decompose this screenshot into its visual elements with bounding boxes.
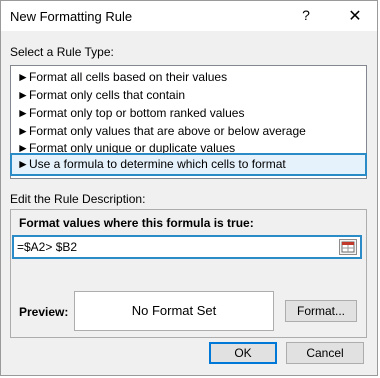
preview-label: Preview: [19,305,69,319]
rule-type-label: Select a Rule Type: [10,45,114,59]
formula-box[interactable] [12,235,362,259]
title-bar: New Formatting Rule ? ✕ [1,1,377,31]
formula-label: Format values where this formula is true… [19,216,254,230]
new-formatting-rule-dialog: New Formatting Rule ? ✕ Select a Rule Ty… [0,0,378,376]
format-button[interactable]: Format... [285,300,357,322]
help-button[interactable]: ? [299,7,313,25]
dialog-title: New Formatting Rule [10,9,133,24]
rule-item-above-below-average[interactable]: ►Format only values that are above or be… [17,123,306,139]
ok-button[interactable]: OK [209,342,277,364]
arrow-icon: ► [17,70,29,84]
preview-box: No Format Set [74,291,274,331]
rule-item-use-formula[interactable]: ►Use a formula to determine which cells … [10,153,367,176]
arrow-icon: ► [17,124,29,138]
range-select-icon [341,241,355,253]
edit-description-label: Edit the Rule Description: [10,192,146,206]
close-icon[interactable]: ✕ [347,6,363,25]
rule-item-top-bottom[interactable]: ►Format only top or bottom ranked values [17,105,244,121]
rule-item-all-cells[interactable]: ►Format all cells based on their values [17,69,227,85]
arrow-icon: ► [17,88,29,102]
rule-type-list[interactable]: ►Format all cells based on their values … [10,65,367,179]
formula-input[interactable] [17,239,332,255]
cancel-button[interactable]: Cancel [286,342,364,364]
rule-item-cells-contain[interactable]: ►Format only cells that contain [17,87,185,103]
rule-item-unique-duplicate[interactable]: ►Format only unique or duplicate values [17,140,235,156]
arrow-icon: ► [17,141,29,155]
arrow-icon: ► [17,157,29,171]
collapse-dialog-button[interactable] [339,239,357,255]
arrow-icon: ► [17,106,29,120]
